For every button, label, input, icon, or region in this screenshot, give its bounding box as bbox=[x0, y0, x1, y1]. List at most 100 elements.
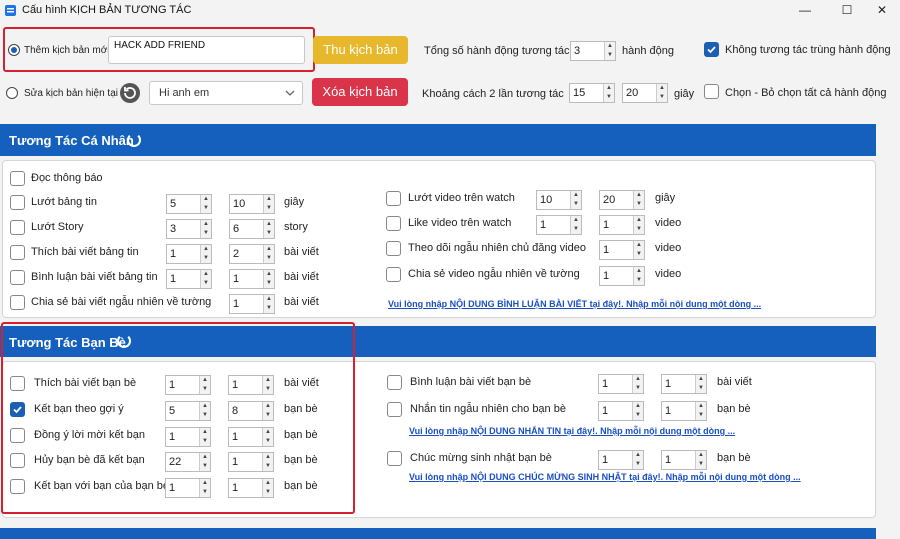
friends-left-0-min-stepper[interactable]: 1 ▲ ▼ bbox=[165, 375, 211, 395]
friends-left-1-min-stepper[interactable]: 5 ▲ ▼ bbox=[165, 401, 211, 421]
personal-right-2-max-stepper[interactable]: 1 ▲ ▼ bbox=[599, 240, 645, 260]
check-icon bbox=[13, 406, 22, 414]
personal-left-1-min-stepper[interactable]: 3 ▲ ▼ bbox=[166, 219, 212, 239]
friends-right-0-max-stepper[interactable]: 1 ▲ ▼ bbox=[661, 374, 707, 394]
personal-left-1-unit: story bbox=[284, 221, 308, 233]
message-content-link[interactable]: Vui lòng nhập NỘI DUNG NHẮN TIN tại đây!… bbox=[409, 426, 735, 436]
personal-right-2-checkbox[interactable] bbox=[386, 241, 401, 256]
personal-left-3-min-stepper[interactable]: 1 ▲ ▼ bbox=[166, 269, 212, 289]
personal-left-4-label: Chia sẻ bài viết ngẫu nhiên về tường bbox=[31, 296, 212, 308]
friends-left-1-checkbox[interactable] bbox=[10, 402, 25, 417]
comment-content-link[interactable]: Vui lòng nhập NỘI DUNG BÌNH LUẬN BÀI VIẾ… bbox=[388, 299, 761, 309]
friends-right-1-label: Nhắn tin ngẫu nhiên cho bạn bè bbox=[410, 403, 566, 415]
friends-left-0-unit: bài viết bbox=[284, 377, 319, 389]
app-icon bbox=[5, 5, 16, 16]
personal-left-1-max-stepper[interactable]: 6 ▲ ▼ bbox=[229, 219, 275, 239]
friends-right-2-unit: bạn bè bbox=[717, 452, 751, 464]
friends-right-1-min-stepper[interactable]: 1 ▲ ▼ bbox=[598, 401, 644, 421]
personal-left-3-label: Bình luận bài viết bảng tin bbox=[31, 271, 158, 283]
no-duplicate-checkbox[interactable] bbox=[704, 42, 719, 57]
personal-left-1-checkbox[interactable] bbox=[10, 220, 25, 235]
new-script-radio[interactable] bbox=[8, 44, 20, 56]
collapse-script-button[interactable]: Thu kịch bản bbox=[313, 36, 408, 64]
personal-right-2-label: Theo dõi ngẫu nhiên chủ đăng video bbox=[408, 242, 586, 254]
personal-right-0-min-stepper[interactable]: 10 ▲ ▼ bbox=[536, 190, 582, 210]
personal-left-3-max-stepper[interactable]: 1 ▲ ▼ bbox=[229, 269, 275, 289]
personal-right-3-max-stepper[interactable]: 1 ▲ ▼ bbox=[599, 266, 645, 286]
personal-right-1-checkbox[interactable] bbox=[386, 216, 401, 231]
loading-icon bbox=[127, 133, 141, 147]
friends-left-4-unit: bạn bè bbox=[284, 480, 318, 492]
birthday-content-link[interactable]: Vui lòng nhập NỘI DUNG CHÚC MỪNG SINH NH… bbox=[409, 472, 801, 482]
interval-label: Khoảng cách 2 lần tương tác bbox=[422, 88, 564, 100]
personal-left-2-label: Thích bài viết bảng tin bbox=[31, 246, 139, 258]
new-script-label: Thêm kịch bản mới bbox=[24, 45, 110, 56]
personal-right-1-max-stepper[interactable]: 1 ▲ ▼ bbox=[599, 215, 645, 235]
maximize-button[interactable]: ☐ bbox=[827, 0, 867, 22]
friends-left-2-label: Đồng ý lời mời kết bạn bbox=[34, 429, 146, 441]
friends-right-2-min-stepper[interactable]: 1 ▲ ▼ bbox=[598, 450, 644, 470]
friends-left-2-unit: bạn bè bbox=[284, 429, 318, 441]
close-button[interactable]: ✕ bbox=[862, 0, 900, 22]
notif-checkbox[interactable] bbox=[10, 171, 25, 186]
friends-left-0-max-stepper[interactable]: 1 ▲ ▼ bbox=[228, 375, 274, 395]
edit-script-radio[interactable] bbox=[6, 87, 18, 99]
friends-left-0-checkbox[interactable] bbox=[10, 376, 25, 391]
personal-left-0-max-stepper[interactable]: 10 ▲ ▼ bbox=[229, 194, 275, 214]
personal-left-2-min-stepper[interactable]: 1 ▲ ▼ bbox=[166, 244, 212, 264]
friends-right-1-checkbox[interactable] bbox=[387, 402, 402, 417]
friends-right-0-checkbox[interactable] bbox=[387, 375, 402, 390]
select-all-checkbox[interactable] bbox=[704, 84, 719, 99]
personal-panel bbox=[2, 160, 876, 318]
friends-left-2-min-stepper[interactable]: 1 ▲ ▼ bbox=[165, 427, 211, 447]
personal-section-title: Tương Tác Cá Nhân bbox=[9, 133, 134, 148]
friends-left-2-checkbox[interactable] bbox=[10, 428, 25, 443]
personal-left-2-max-stepper[interactable]: 2 ▲ ▼ bbox=[229, 244, 275, 264]
script-select[interactable]: Hi anh em bbox=[149, 81, 303, 105]
personal-left-0-min-stepper[interactable]: 5 ▲ ▼ bbox=[166, 194, 212, 214]
personal-right-1-min-stepper[interactable]: 1 ▲ ▼ bbox=[536, 215, 582, 235]
personal-left-4-unit: bài viết bbox=[284, 296, 319, 308]
friends-right-1-max-stepper[interactable]: 1 ▲ ▼ bbox=[661, 401, 707, 421]
total-actions-unit: hành động bbox=[622, 45, 674, 57]
personal-left-4-checkbox[interactable] bbox=[10, 295, 25, 310]
friends-left-4-min-stepper[interactable]: 1 ▲ ▼ bbox=[165, 478, 211, 498]
personal-left-4-max-stepper[interactable]: 1 ▲ ▼ bbox=[229, 294, 275, 314]
friends-left-3-checkbox[interactable] bbox=[10, 453, 25, 468]
friends-left-2-max-stepper[interactable]: 1 ▲ ▼ bbox=[228, 427, 274, 447]
personal-left-3-unit: bài viết bbox=[284, 271, 319, 283]
personal-section-header: Tương Tác Cá Nhân bbox=[0, 124, 876, 156]
friends-right-2-max-stepper[interactable]: 1 ▲ ▼ bbox=[661, 450, 707, 470]
script-select-value: Hi anh em bbox=[159, 87, 210, 99]
personal-right-1-label: Like video trên watch bbox=[408, 217, 512, 229]
friends-left-4-max-stepper[interactable]: 1 ▲ ▼ bbox=[228, 478, 274, 498]
friends-left-1-label: Kết bạn theo gợi ý bbox=[34, 403, 124, 415]
personal-left-0-label: Lướt bảng tin bbox=[31, 196, 97, 208]
friends-left-0-label: Thích bài viết bạn bè bbox=[34, 377, 137, 389]
refresh-icon[interactable] bbox=[119, 82, 141, 104]
personal-right-3-label: Chia sẻ video ngẫu nhiên về tường bbox=[408, 268, 580, 280]
personal-left-2-checkbox[interactable] bbox=[10, 245, 25, 260]
personal-right-3-checkbox[interactable] bbox=[386, 267, 401, 282]
new-script-input[interactable]: HACK ADD FRIEND bbox=[108, 36, 305, 64]
next-section-header bbox=[0, 528, 876, 539]
personal-right-0-checkbox[interactable] bbox=[386, 191, 401, 206]
total-actions-stepper[interactable]: 3 ▲ ▼ bbox=[570, 41, 616, 61]
personal-left-0-checkbox[interactable] bbox=[10, 195, 25, 210]
personal-left-3-checkbox[interactable] bbox=[10, 270, 25, 285]
friends-right-0-unit: bài viết bbox=[717, 376, 752, 388]
minimize-button[interactable]: — bbox=[785, 0, 825, 22]
friends-left-3-max-stepper[interactable]: 1 ▲ ▼ bbox=[228, 452, 274, 472]
friends-left-4-checkbox[interactable] bbox=[10, 479, 25, 494]
interval-unit: giây bbox=[674, 88, 695, 100]
interval-from-stepper[interactable]: 15 ▲ ▼ bbox=[569, 83, 615, 103]
personal-right-0-max-stepper[interactable]: 20 ▲ ▼ bbox=[599, 190, 645, 210]
interval-to-stepper[interactable]: 20 ▲ ▼ bbox=[622, 83, 668, 103]
friends-right-2-checkbox[interactable] bbox=[387, 451, 402, 466]
personal-left-1-label: Lướt Story bbox=[31, 221, 84, 233]
personal-right-2-unit: video bbox=[655, 242, 682, 254]
friends-right-0-min-stepper[interactable]: 1 ▲ ▼ bbox=[598, 374, 644, 394]
friends-left-3-min-stepper[interactable]: 22 ▲ ▼ bbox=[165, 452, 211, 472]
delete-script-button[interactable]: Xóa kịch bản bbox=[312, 78, 408, 106]
friends-left-1-max-stepper[interactable]: 8 ▲ ▼ bbox=[228, 401, 274, 421]
